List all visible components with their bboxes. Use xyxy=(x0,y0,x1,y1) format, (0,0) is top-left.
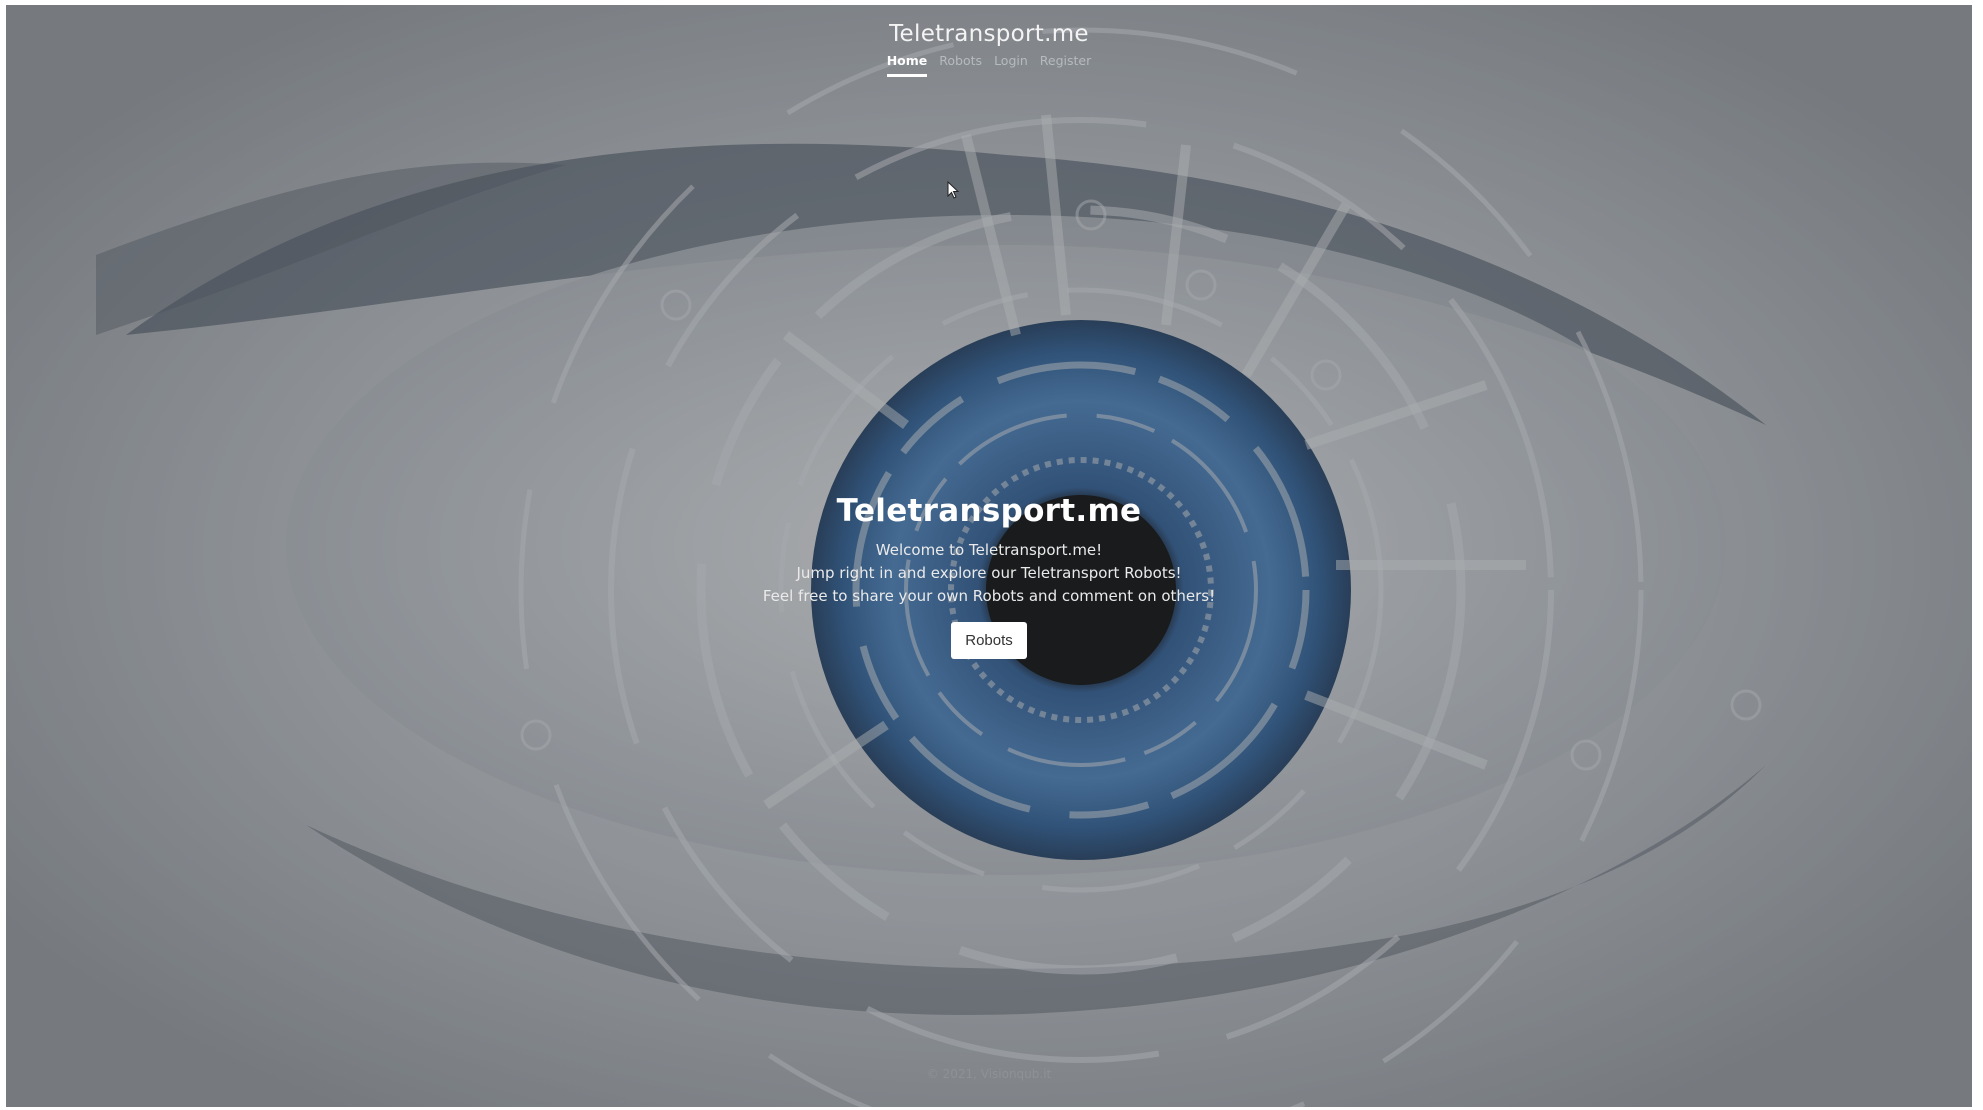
cover-line-share: Feel free to share your own Robots and c… xyxy=(762,587,1216,605)
mouse-cursor-icon xyxy=(947,181,960,199)
copyright-text: © 2021, Visionqub.it xyxy=(926,1067,1052,1081)
nav-home-link[interactable]: Home xyxy=(886,53,928,77)
nav-login-link[interactable]: Login xyxy=(994,53,1028,77)
brand-title[interactable]: Teletransport.me xyxy=(6,19,1972,49)
site-footer: © 2021, Visionqub.it xyxy=(6,1067,1972,1081)
cover-title: Teletransport.me xyxy=(836,493,1142,529)
page-frame: Teletransport.me Home Robots Login Regis… xyxy=(6,5,1972,1107)
nav-register-link[interactable]: Register xyxy=(1040,53,1091,77)
cover-line-welcome: Welcome to Teletransport.me! xyxy=(875,541,1103,559)
robots-button[interactable]: Robots xyxy=(951,622,1027,659)
cover-lead: Welcome to Teletransport.me! Jump right … xyxy=(6,539,1972,608)
main-nav: Home Robots Login Register xyxy=(6,53,1972,77)
nav-robots-link[interactable]: Robots xyxy=(939,53,982,77)
cover-line-explore: Jump right in and explore our Teletransp… xyxy=(796,564,1182,582)
cover-section: Teletransport.me Welcome to Teletranspor… xyxy=(6,493,1972,659)
site-header: Teletransport.me Home Robots Login Regis… xyxy=(6,19,1972,77)
